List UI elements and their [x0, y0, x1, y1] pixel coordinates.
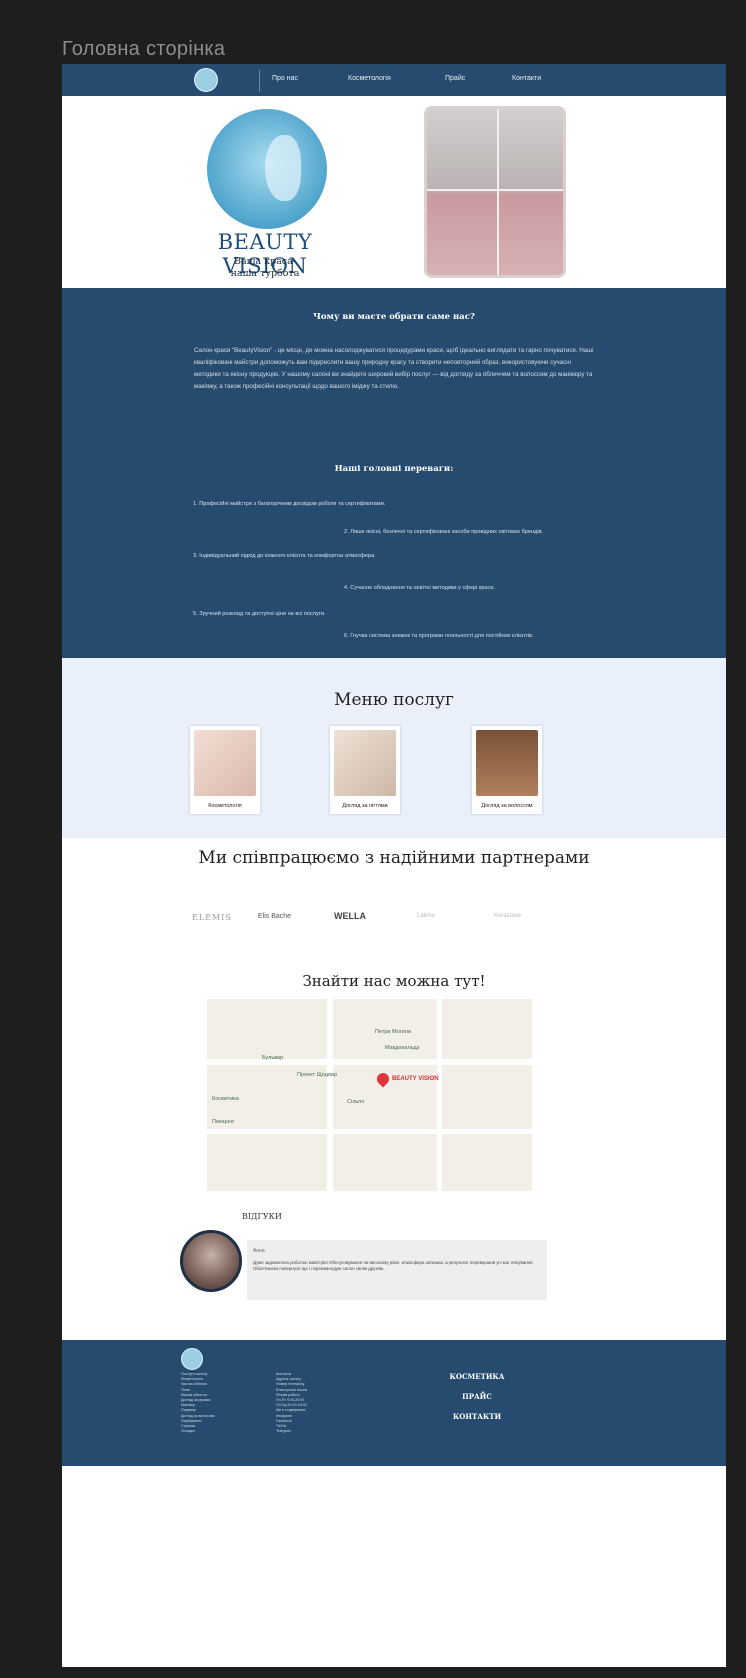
- footer-column-contacts: Контакти Адреса салону Номер телефону Ел…: [276, 1372, 308, 1434]
- reviewer-avatar: [180, 1230, 242, 1292]
- brand-slogan: Ваша краса- наша турбота: [230, 256, 300, 279]
- nav-item-price[interactable]: Прайс: [445, 75, 465, 82]
- reviewer-name: Анна: [253, 1248, 265, 1254]
- service-card-cosmetology[interactable]: Косметологія: [190, 726, 260, 814]
- advantage-item: 6. Гнучка система знижок та програми лоя…: [344, 633, 534, 639]
- nav-item-about[interactable]: Про нас: [272, 75, 298, 82]
- services-menu-section: Меню послуг Косметологія Догляд за нігтя…: [62, 658, 726, 838]
- partner-logo-kerastase: Kerastase: [494, 913, 522, 919]
- top-navbar: Про нас Косметологія Прайс Контакти: [62, 64, 726, 96]
- map-label: Проект Щедевр: [297, 1072, 337, 1078]
- partner-logo-lakme: Lakme: [417, 913, 436, 919]
- advantage-item: 5. Зручний розклад та доступні ціни на в…: [193, 611, 326, 617]
- map-pin-label: BEAUTY VISION: [392, 1076, 439, 1082]
- map-road: [207, 1129, 532, 1134]
- map-road: [327, 999, 333, 1191]
- nails-image: [334, 730, 396, 796]
- service-label: Догляд за волоссям: [481, 803, 533, 809]
- map-label: Бульвар: [262, 1055, 284, 1061]
- about-heading: Чому ви маєте обрати саме нас?: [313, 312, 475, 322]
- nav-divider: [259, 70, 260, 92]
- salon-logo-icon[interactable]: [194, 68, 218, 92]
- service-card-hair[interactable]: Догляд за волоссям: [472, 726, 542, 814]
- partner-logo-elemis: ELEMIS: [192, 913, 232, 922]
- nav-item-contacts[interactable]: Контакти: [512, 75, 541, 82]
- location-pin-icon[interactable]: [374, 1070, 392, 1088]
- footer-link-cosmetics[interactable]: КОСМЕТИКА: [422, 1372, 532, 1381]
- partners-section: Ми співпрацюємо з надійними партнерами E…: [62, 838, 726, 964]
- nav-item-cosmetology[interactable]: Косметологія: [348, 75, 391, 82]
- hair-image: [476, 730, 538, 796]
- home-page: Про нас Косметологія Прайс Контакти BEAU…: [62, 64, 726, 1667]
- partner-logo-elisbache: Elis Bache: [258, 913, 292, 920]
- partners-title: Ми співпрацюємо з надійними партнерами: [198, 848, 590, 868]
- advantage-item: 2. Лише якісні, безпечні та сертифікован…: [344, 529, 544, 535]
- advantage-item: 4. Сучасне обладнання та новітні методик…: [344, 585, 496, 591]
- map-label: Пекарня: [212, 1119, 234, 1125]
- partner-logo-wella: WELLA: [334, 911, 366, 921]
- location-title: Знайти нас можна тут!: [302, 972, 486, 990]
- map-label: Косметика: [212, 1096, 239, 1102]
- footer-link-price[interactable]: ПРАЙС: [422, 1392, 532, 1401]
- reviews-title: ВІДГУКИ: [242, 1212, 282, 1221]
- service-label: Догляд за нігтями: [342, 803, 388, 809]
- review-text: Дуже задоволена роботою майстрів! Обслуг…: [253, 1260, 534, 1272]
- service-label: Косметологія: [208, 803, 242, 809]
- review-card: Анна Дуже задоволена роботою майстрів! О…: [247, 1240, 547, 1300]
- beauty-vision-logo-icon: [207, 109, 327, 229]
- footer-column-services: Послуги салону Косметологія Чистка облич…: [181, 1372, 215, 1434]
- location-map[interactable]: Петра Могили Макдональдз Бульвар Проект …: [207, 999, 532, 1191]
- about-section: Чому ви маєте обрати саме нас? Салон кра…: [62, 288, 726, 658]
- salon-interior-image: [424, 106, 566, 278]
- footer-link-contacts[interactable]: КОНТАКТИ: [422, 1412, 532, 1421]
- footer-logo-icon[interactable]: [181, 1348, 203, 1370]
- location-section: Знайти нас можна тут! Петра Могили Макдо…: [62, 964, 726, 1200]
- advantages-heading: Наші головні переваги:: [334, 464, 454, 474]
- cosmetology-image: [194, 730, 256, 796]
- map-label: Петра Могили: [375, 1029, 412, 1035]
- advantage-item: 3. Індивідуальний підхід до кожного кліє…: [193, 553, 376, 559]
- map-label: Сільпо: [347, 1099, 365, 1105]
- about-text: Салон краси “BeautyVision” - це місце, д…: [194, 347, 594, 391]
- hero-section: BEAUTY VISION Ваша краса- наша турбота: [62, 96, 726, 288]
- advantage-item: 1. Професійні майстри з багаторічним дос…: [193, 501, 386, 507]
- map-road: [207, 1059, 532, 1065]
- services-title: Меню послуг: [334, 690, 454, 710]
- reviews-section: ВІДГУКИ Анна Дуже задоволена роботою май…: [62, 1200, 726, 1340]
- map-label: Макдональдз: [385, 1045, 420, 1051]
- map-road: [437, 999, 442, 1191]
- service-card-nails[interactable]: Догляд за нігтями: [330, 726, 400, 814]
- site-footer: Послуги салону Косметологія Чистка облич…: [62, 1340, 726, 1466]
- frame-title: Головна сторінка: [62, 38, 226, 60]
